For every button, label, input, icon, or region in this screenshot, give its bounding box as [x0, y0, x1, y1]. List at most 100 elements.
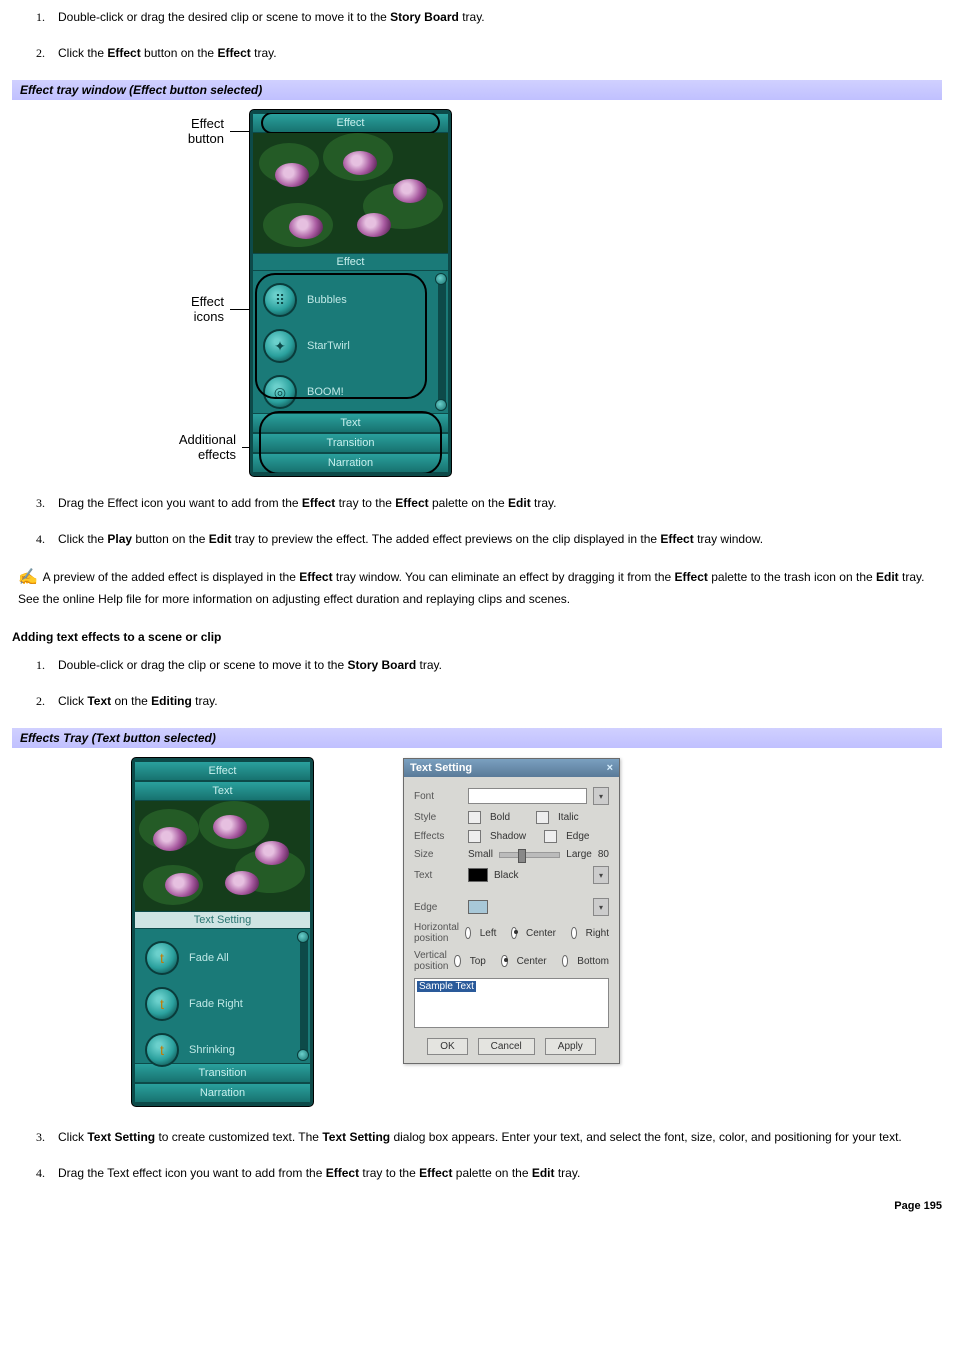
dialog-titlebar: Text Setting × [404, 759, 619, 777]
cancel-button[interactable]: Cancel [478, 1038, 535, 1055]
steps-list-d: 3. Click Text Setting to create customize… [12, 1128, 942, 1182]
effect-icon-boom: ◎ [263, 375, 297, 409]
edge-checkbox[interactable] [544, 830, 557, 843]
text-setting-button[interactable]: Text Setting [135, 911, 310, 929]
figure-text-tray: Effect Text Text Setting t Fade All t Fa… [132, 758, 942, 1106]
italic-checkbox[interactable] [536, 811, 549, 824]
font-dropdown-icon[interactable]: ▾ [593, 787, 609, 805]
scroll-down-icon[interactable] [435, 399, 447, 411]
note-icon: ✍ [18, 566, 38, 590]
section-heading: Adding text effects to a scene or clip [12, 630, 942, 644]
scroll-down-icon[interactable] [297, 1049, 309, 1061]
step-item: 1. Double-click or drag the desired clip … [36, 8, 942, 26]
step-item: 2. Click Text on the Editing tray. [36, 692, 942, 710]
effects-list: ⠿ Bubbles ✦ StarTwirl ◎ BOOM! [253, 271, 448, 413]
step-item: 2. Click the Effect button on the Effect … [36, 44, 942, 62]
note-paragraph: ✍ A preview of the added effect is displ… [12, 566, 942, 608]
text-color-dropdown-icon[interactable]: ▾ [593, 866, 609, 884]
step-number: 2. [36, 692, 45, 710]
font-input[interactable] [468, 788, 587, 804]
figure-callouts: Effect button Effect icons Additional ef… [132, 110, 250, 462]
step-item: 4. Click the Play button on the Edit tray… [36, 530, 942, 548]
size-row: Size Small Large 80 [414, 849, 609, 860]
narration-tab[interactable]: Narration [253, 453, 448, 473]
step-number: 4. [36, 1164, 45, 1182]
vpos-row: Vertical position Top Center Bottom [414, 950, 609, 972]
text-effect-item[interactable]: t Shrinking [139, 1027, 306, 1073]
scroll-up-icon[interactable] [297, 931, 309, 943]
vpos-top-radio[interactable] [454, 955, 460, 967]
step-item: 3. Click Text Setting to create customize… [36, 1128, 942, 1146]
hpos-center-radio[interactable] [511, 927, 517, 939]
ok-button[interactable]: OK [427, 1038, 467, 1055]
section-bar: Effects Tray (Text button selected) [12, 728, 942, 748]
transition-tab[interactable]: Transition [253, 433, 448, 453]
step-text: Drag the Effect icon you want to add fro… [58, 496, 557, 510]
step-item: 1.Double-click or drag the clip or scene… [36, 656, 942, 674]
step-number: 2. [36, 44, 45, 62]
text-setting-dialog: Text Setting × Font ▾ Style Bold Italic … [403, 758, 620, 1064]
step-number: 1. [36, 656, 45, 674]
font-row: Font ▾ [414, 787, 609, 805]
step-number: 3. [36, 494, 45, 512]
note-text: A preview of the added effect is display… [18, 570, 924, 606]
edge-color-swatch[interactable] [468, 900, 488, 914]
steps-list-c: 1.Double-click or drag the clip or scene… [12, 656, 942, 710]
preview-window [253, 133, 448, 253]
step-item: 4. Drag the Text effect icon you want to … [36, 1164, 942, 1182]
effect-item[interactable]: ◎ BOOM! [257, 369, 444, 415]
hpos-row: Horizontal position Left Center Right [414, 922, 609, 944]
edge-color-dropdown-icon[interactable]: ▾ [593, 898, 609, 916]
text-effect-item[interactable]: t Fade All [139, 935, 306, 981]
step-item: 3. Drag the Effect icon you want to add f… [36, 494, 942, 512]
hpos-right-radio[interactable] [571, 927, 577, 939]
step-text: Click the Effect button on the Effect tr… [58, 46, 277, 60]
text-effect-icon: t [145, 1033, 179, 1067]
text-effects-list: t Fade All t Fade Right t Shrinking [135, 929, 310, 1063]
text-color-swatch[interactable] [468, 868, 488, 882]
bold-checkbox[interactable] [468, 811, 481, 824]
callout-additional-effects: Additional effects [132, 432, 260, 462]
steps-list-a: 1. Double-click or drag the desired clip … [12, 8, 942, 62]
text-effect-icon: t [145, 941, 179, 975]
step-text: Drag the Text effect icon you want to ad… [58, 1166, 580, 1180]
narration-tab[interactable]: Narration [135, 1083, 310, 1103]
effect-icon-startwirl: ✦ [263, 329, 297, 363]
effect-item[interactable]: ⠿ Bubbles [257, 277, 444, 323]
effect-category-tab[interactable]: Effect [253, 253, 448, 271]
sample-text-input[interactable]: Sample Text [414, 978, 609, 1028]
vpos-bottom-radio[interactable] [562, 955, 568, 967]
vpos-center-radio[interactable] [501, 955, 507, 967]
text-effect-item[interactable]: t Fade Right [139, 981, 306, 1027]
close-icon[interactable]: × [607, 762, 613, 774]
steps-list-b: 3. Drag the Effect icon you want to add f… [12, 494, 942, 548]
dialog-title: Text Setting [410, 762, 472, 774]
scroll-up-icon[interactable] [435, 273, 447, 285]
page-number: Page 195 [12, 1200, 942, 1212]
effect-tab[interactable]: Effect [135, 761, 310, 781]
step-text: Click the Play button on the Edit tray t… [58, 532, 763, 546]
step-number: 1. [36, 8, 45, 26]
text-tab[interactable]: Text [135, 781, 310, 801]
text-color-row: Text Black ▾ [414, 866, 609, 884]
effect-tab-button[interactable]: Effect [253, 113, 448, 133]
scrollbar[interactable] [300, 933, 308, 1059]
step-text: Double-click or drag the desired clip or… [58, 10, 485, 24]
effect-item[interactable]: ✦ StarTwirl [257, 323, 444, 369]
step-number: 4. [36, 530, 45, 548]
text-effect-icon: t [145, 987, 179, 1021]
apply-button[interactable]: Apply [545, 1038, 596, 1055]
text-tab[interactable]: Text [253, 413, 448, 433]
step-number: 3. [36, 1128, 45, 1146]
size-slider[interactable] [499, 852, 560, 858]
hpos-left-radio[interactable] [465, 927, 471, 939]
effect-panel: Effect Effect ⠿ Bubbles ✦ StarTwirl [250, 110, 451, 476]
edge-color-row: Edge ▾ [414, 898, 609, 916]
step-text: Click Text on the Editing tray. [58, 694, 218, 708]
preview-window [135, 801, 310, 911]
step-text: Click Text Setting to create customized … [58, 1130, 902, 1144]
scrollbar[interactable] [438, 275, 446, 409]
callout-effect-icons: Effect icons [132, 294, 260, 324]
callout-effect-button: Effect button [132, 116, 260, 146]
shadow-checkbox[interactable] [468, 830, 481, 843]
